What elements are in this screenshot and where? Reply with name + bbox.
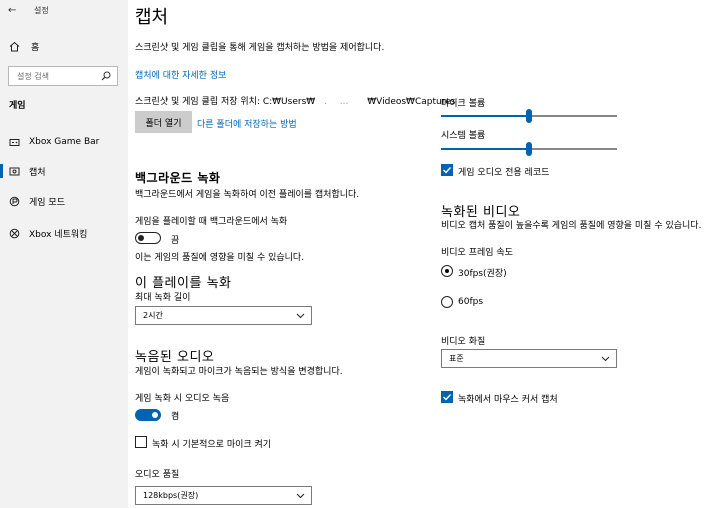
- sidebar-item-label: 캡처: [29, 167, 46, 178]
- fps30-radio[interactable]: [441, 265, 453, 277]
- chevron-down-icon: [296, 493, 305, 498]
- audio-quality-label: 오디오 품질: [135, 470, 180, 480]
- sidebar-section-title: 게임: [9, 101, 26, 111]
- sidebar-item-home[interactable]: 홈: [9, 40, 39, 53]
- background-recording-toggle[interactable]: [135, 232, 161, 244]
- mouse-cursor-label: 녹화에서 마우스 커서 캡처: [458, 395, 558, 405]
- save-location-prefix: 스크린샷 및 게임 클립 저장 위치: C:₩Users₩: [135, 97, 316, 107]
- frame-rate-label: 비디오 프레임 속도: [441, 248, 513, 258]
- more-info-link[interactable]: 캡처에 대한 자세한 정보: [135, 68, 226, 81]
- system-volume-slider[interactable]: [441, 142, 617, 156]
- sidebar-item-label: Xbox Game Bar: [29, 137, 100, 147]
- mouse-cursor-checkbox[interactable]: [441, 391, 453, 403]
- game-audio-only-label: 게임 오디오 전용 레코드: [458, 168, 550, 178]
- sidebar-item-xbox-game-bar[interactable]: Xbox Game Bar: [0, 131, 128, 153]
- record-audio-toggle-state: 켬: [171, 412, 180, 422]
- audio-quality-value: 128kbps(권장): [143, 491, 199, 500]
- mic-default-checkbox[interactable]: [135, 436, 147, 448]
- sidebar-item-game-mode[interactable]: 게임 모드: [0, 190, 128, 212]
- audio-quality-dropdown[interactable]: 128kbps(권장): [135, 486, 312, 505]
- system-volume-label: 시스템 볼륨: [441, 131, 486, 141]
- mic-volume-label: 마이크 볼륨: [441, 99, 486, 109]
- background-recording-description: 백그라운드에서 게임을 녹화하여 이전 플레이를 캡처합니다.: [135, 190, 360, 200]
- sidebar: ← 설정 홈 설정 검색 게임 Xbox Game Bar 캡처 게임 모드 X…: [0, 0, 128, 508]
- search-placeholder: 설정 검색: [17, 71, 49, 81]
- max-length-label: 최대 녹화 길이: [135, 293, 191, 303]
- record-audio-toggle-label: 게임 녹화 시 오디오 녹음: [135, 394, 230, 404]
- background-recording-toggle-state: 끔: [171, 236, 180, 246]
- sidebar-item-xbox-networking[interactable]: Xbox 네트워킹: [0, 222, 128, 244]
- video-quality-value: 표준: [449, 354, 464, 363]
- checkmark-icon: [443, 394, 452, 401]
- background-recording-note: 이는 게임의 품질에 영향을 미칠 수 있습니다.: [135, 253, 305, 263]
- open-folder-button[interactable]: 폴더 열기: [135, 111, 192, 133]
- capture-icon: [9, 167, 20, 175]
- fps60-label: 60fps: [458, 297, 484, 307]
- background-recording-toggle-label: 게임을 플레이할 때 백그라운드에서 녹화: [135, 217, 288, 227]
- checkmark-icon: [443, 167, 452, 174]
- chevron-down-icon: [296, 313, 305, 318]
- record-this-heading: 이 플레이를 녹화: [135, 276, 232, 291]
- slider-thumb[interactable]: [526, 109, 532, 123]
- sidebar-item-label: Xbox 네트워킹: [29, 229, 88, 240]
- game-audio-only-checkbox[interactable]: [441, 164, 453, 176]
- max-length-value: 2시간: [143, 311, 163, 320]
- sidebar-item-label: 홈: [31, 43, 40, 53]
- recorded-audio-description: 게임이 녹화되고 마이크가 녹음되는 방식을 변경합니다.: [135, 367, 343, 377]
- xbox-game-bar-icon: [9, 138, 20, 146]
- slider-thumb[interactable]: [526, 142, 532, 156]
- game-mode-icon: [9, 196, 20, 206]
- page-description: 스크린샷 및 게임 클립을 통해 게임을 캡처하는 방법을 제어합니다.: [135, 43, 385, 53]
- page-title: 캡처: [135, 7, 169, 28]
- sidebar-header: ← 설정: [8, 5, 49, 16]
- mic-volume-slider[interactable]: [441, 109, 617, 123]
- save-location-text: 스크린샷 및 게임 클립 저장 위치: C:₩Users₩ . ... ₩Vid…: [135, 97, 456, 107]
- recorded-video-description: 비디오 캡처 품질이 높을수록 게임의 품질에 영향을 미칠 수 있습니다.: [441, 221, 702, 231]
- mic-default-label: 녹화 시 기본적으로 마이크 켜기: [152, 440, 272, 450]
- fps60-radio[interactable]: [441, 296, 453, 308]
- recorded-audio-heading: 녹음된 오디오: [135, 350, 215, 365]
- home-icon: [9, 41, 20, 52]
- sidebar-item-label: 게임 모드: [29, 197, 65, 208]
- video-quality-dropdown[interactable]: 표준: [441, 349, 617, 368]
- search-input[interactable]: 설정 검색: [8, 66, 118, 86]
- save-elsewhere-link[interactable]: 다른 폴더에 저장하는 방법: [197, 117, 297, 130]
- search-icon: [101, 71, 111, 81]
- sidebar-item-capture[interactable]: 캡처: [0, 160, 128, 182]
- settings-title: 설정: [34, 6, 49, 15]
- chevron-down-icon: [601, 356, 610, 361]
- back-arrow-icon[interactable]: ←: [8, 5, 28, 16]
- background-recording-heading: 백그라운드 녹화: [135, 171, 221, 185]
- max-length-dropdown[interactable]: 2시간: [135, 306, 312, 325]
- record-audio-toggle[interactable]: [135, 409, 161, 421]
- xbox-icon: [9, 228, 20, 238]
- video-quality-label: 비디오 화질: [441, 337, 486, 347]
- fps30-label: 30fps(권장): [458, 269, 507, 279]
